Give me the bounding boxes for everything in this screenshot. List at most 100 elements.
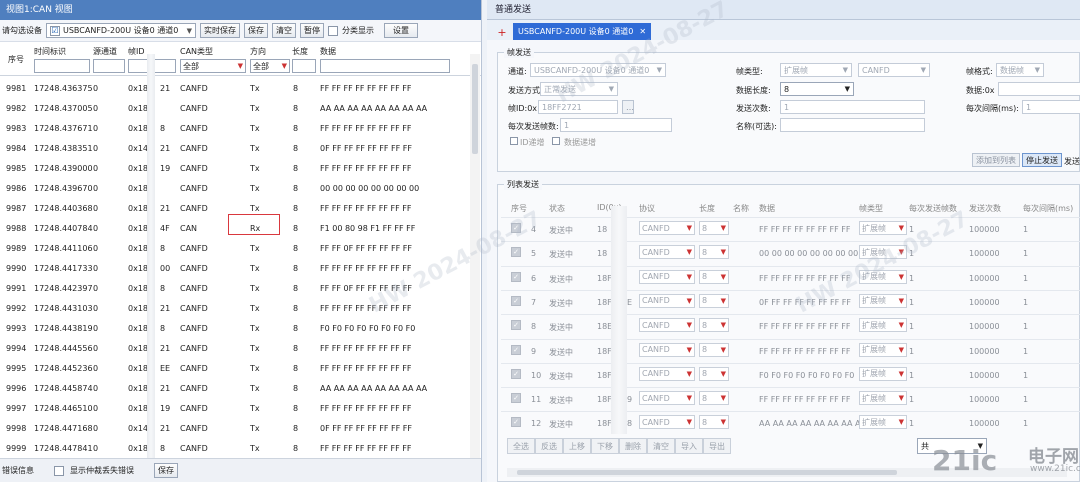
table-row[interactable]: 9984 17248.438351 0 0x14F 21 CANFD Tx 8 0F FF FF…	[0, 138, 481, 158]
scrollbar-thumb[interactable]	[472, 64, 478, 154]
row-length-select[interactable]: 8 ▼	[699, 293, 729, 308]
list-item[interactable]: ✓ 4 发送中 18 FF FF FF FF FF FF FF FF 1 100000 1 CA…	[501, 217, 1080, 239]
row-frame-type-select[interactable]: 扩展帧 ▼	[859, 391, 907, 406]
scrollbar-thumb[interactable]	[517, 470, 897, 475]
table-row[interactable]: 9990 17248.441733 0 0x18F 00 CANFD Tx 8 FF FF FF…	[0, 258, 481, 278]
table-row[interactable]: 9996 17248.445874 0 0x18E 21 CANFD Tx 8 AA AA AA…	[0, 378, 481, 398]
name-optional-input[interactable]	[780, 118, 925, 132]
filter-src-input[interactable]	[93, 59, 125, 73]
show-arbitration-loss-checkbox[interactable]	[54, 465, 64, 476]
interval-input[interactable]: 1	[1022, 100, 1080, 114]
row-frame-type-select[interactable]: 扩展帧 ▼	[859, 221, 907, 235]
row-frame-type-select[interactable]: 扩展帧 ▼	[859, 293, 907, 308]
row-frame-type-select[interactable]: 扩展帧 ▼	[859, 245, 907, 260]
row-protocol-select[interactable]: CANFD ▼	[639, 293, 695, 308]
row-length-select[interactable]: 8 ▼	[699, 342, 729, 357]
protocol-select[interactable]: CANFD ▼	[858, 63, 930, 77]
frame-type-select[interactable]: 扩展帧 ▼	[780, 63, 852, 77]
table-row[interactable]: 9986 17248.439670 0 0x18F CANFD Tx 8 00 00 00 0…	[0, 178, 481, 198]
row-length-select[interactable]: 8 ▼	[699, 391, 729, 406]
table-row[interactable]: 9997 17248.446510 0 0x18F 19 CANFD Tx 8 FF FF FF…	[0, 398, 481, 418]
import-button[interactable]: 导入	[675, 438, 703, 454]
per-send-frames-input[interactable]: 1	[560, 118, 672, 132]
list-item[interactable]: ✓ 6 发送中 18F FF FF FF FF FF FF FF FF 1 100000 1 C…	[501, 265, 1080, 288]
list-item[interactable]: ✓ 5 发送中 18 00 00 00 00 00 00 00 00 1 100000 1 CA…	[501, 241, 1080, 263]
row-checkbox[interactable]: ✓	[511, 368, 521, 379]
close-icon[interactable]: ✕	[639, 27, 646, 36]
invert-select-button[interactable]: 反选	[535, 438, 563, 454]
data-length-select[interactable]: 8 ▼	[780, 82, 854, 96]
send-mode-select[interactable]: 正常发送 ▼	[540, 82, 618, 96]
clear-list-button[interactable]: 清空	[647, 438, 675, 454]
row-checkbox[interactable]: ✓	[511, 271, 521, 282]
row-checkbox[interactable]: ✓	[511, 247, 521, 258]
row-checkbox[interactable]: ✓	[511, 223, 521, 233]
frame-id-more-button[interactable]: …	[622, 100, 634, 114]
table-row[interactable]: 9991 17248.442397 0 0x18F 8 CANFD Tx 8 FF FF 0F …	[0, 278, 481, 298]
table-row[interactable]: 9981 17248.436375 0 0x18E 21 CANFD Tx 8 FF FF FF…	[0, 78, 481, 98]
vertical-scrollbar[interactable]	[470, 54, 480, 458]
data-increment-checkbox[interactable]	[552, 137, 560, 145]
move-up-button[interactable]: 上移	[563, 438, 591, 454]
table-row[interactable]: 9995 17248.445236 0 0x18F EE CANFD Tx 8 FF FF FF…	[0, 358, 481, 378]
table-row[interactable]: 9998 17248.447168 0 0x14F 21 CANFD Tx 8 0F FF FF…	[0, 418, 481, 438]
table-row[interactable]: 9992 17248.443103 0 0x18E 21 CANFD Tx 8 FF FF FF…	[0, 298, 481, 318]
list-item[interactable]: ✓ 9 发送中 18F FF FF FF FF FF FF FF FF 1 100000 1 C…	[501, 338, 1080, 361]
row-length-select[interactable]: 8 ▼	[699, 366, 729, 381]
filter-time-input[interactable]	[34, 59, 90, 73]
list-item[interactable]: ✓ 10 发送中 18F F0 F0 F0 F0 F0 F0 F0 F0 1 100000 1…	[501, 362, 1080, 385]
stop-send-button[interactable]: 停止发送	[1022, 153, 1062, 167]
row-protocol-select[interactable]: CANFD ▼	[639, 342, 695, 357]
row-protocol-select[interactable]: CANFD ▼	[639, 318, 695, 333]
row-protocol-select[interactable]: CANFD ▼	[639, 269, 695, 284]
frame-id-input[interactable]: 18FF2721	[538, 100, 618, 114]
device-select[interactable]: ☑ USBCANFD-200U 设备0 通道0 ▼	[46, 23, 196, 38]
classify-checkbox[interactable]	[328, 25, 338, 36]
frame-format-select[interactable]: 数据帧 ▼	[996, 63, 1044, 77]
device-checkbox[interactable]: ☑	[50, 25, 60, 36]
row-length-select[interactable]: 8 ▼	[699, 415, 729, 430]
filter-data-input[interactable]	[320, 59, 450, 73]
table-row[interactable]: 9994 17248.444556 0 0x18E 21 CANFD Tx 8 FF FF FF…	[0, 338, 481, 358]
row-length-select[interactable]: 8 ▼	[699, 318, 729, 333]
bottom-save-button[interactable]: 保存	[154, 463, 178, 478]
table-row[interactable]: 9983 17248.437671 0 0x18F 8 CANFD Tx 8 FF FF FF …	[0, 118, 481, 138]
list-item[interactable]: ✓ 12 发送中 18F 8 AA AA AA AA AA AA AA AA 1 100000…	[501, 411, 1080, 433]
export-button[interactable]: 导出	[703, 438, 731, 454]
row-frame-type-select[interactable]: 扩展帧 ▼	[859, 269, 907, 284]
row-checkbox[interactable]: ✓	[511, 417, 521, 428]
send-count-input[interactable]: 1	[780, 100, 925, 114]
table-row[interactable]: 9993 17248.443819 0 0x18F 8 CANFD Tx 8 F0 F0 F0 …	[0, 318, 481, 338]
row-length-select[interactable]: 8 ▼	[699, 245, 729, 260]
row-frame-type-select[interactable]: 扩展帧 ▼	[859, 366, 907, 381]
table-row[interactable]: 9982 17248.437005 0 0x18F CANFD Tx 8 AA AA AA A…	[0, 98, 481, 118]
table-row[interactable]: 9985 17248.439000 0 0x18F 19 CANFD Tx 8 FF FF FF…	[0, 158, 481, 178]
row-length-select[interactable]: 8 ▼	[699, 269, 729, 284]
clear-button[interactable]: 清空	[272, 23, 296, 38]
delete-button[interactable]: 删除	[619, 438, 647, 454]
filter-can-type-select[interactable]: 全部 ▼	[180, 59, 246, 73]
save-button[interactable]: 保存	[244, 23, 268, 38]
row-protocol-select[interactable]: CANFD ▼	[639, 415, 695, 430]
table-row[interactable]: 9999 17248.447841 0 0x18F 8 CANFD Tx 8 FF FF FF …	[0, 438, 481, 458]
row-protocol-select[interactable]: CANFD ▼	[639, 366, 695, 381]
row-checkbox[interactable]: ✓	[511, 320, 521, 331]
realtime-save-button[interactable]: 实时保存	[200, 23, 240, 38]
filter-direction-select[interactable]: 全部 ▼	[250, 59, 290, 73]
row-frame-type-select[interactable]: 扩展帧 ▼	[859, 342, 907, 357]
move-down-button[interactable]: 下移	[591, 438, 619, 454]
channel-select[interactable]: USBCANFD-200U 设备0 通道0 ▼	[530, 63, 666, 77]
add-tab-icon[interactable]: +	[495, 26, 509, 40]
row-protocol-select[interactable]: CANFD ▼	[639, 221, 695, 235]
id-increment-checkbox[interactable]	[510, 137, 518, 145]
send-button[interactable]: 发送	[1064, 156, 1080, 167]
select-all-button[interactable]: 全选	[507, 438, 535, 454]
row-checkbox[interactable]: ✓	[511, 295, 521, 306]
data-hex-input[interactable]	[998, 82, 1080, 96]
row-length-select[interactable]: 8 ▼	[699, 221, 729, 235]
filter-length-input[interactable]	[292, 59, 316, 73]
row-checkbox[interactable]: ✓	[511, 344, 521, 355]
row-frame-type-select[interactable]: 扩展帧 ▼	[859, 415, 907, 430]
list-item[interactable]: ✓ 7 发送中 18F E 0F FF FF FF FF FF FF FF 1 100000 1…	[501, 289, 1080, 312]
list-item[interactable]: ✓ 8 发送中 18E FF FF FF FF FF FF FF FF 1 100000 1 C…	[501, 314, 1080, 336]
